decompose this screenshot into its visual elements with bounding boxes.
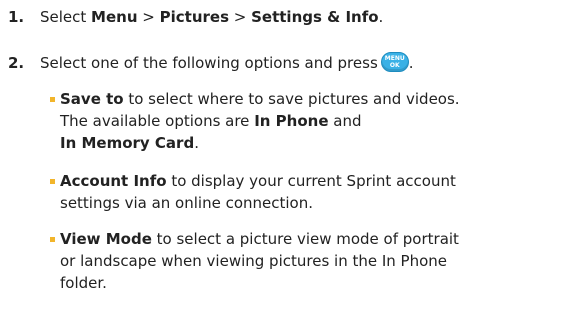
option-desc: to select a picture view mode of portrai… — [151, 230, 459, 248]
menu-ok-key-icon: MENU OK — [380, 52, 409, 72]
step-number: 1. — [8, 8, 25, 26]
option-desc: to select where to save pictures and vid… — [123, 90, 460, 108]
option-line: Account Info to display your current Spr… — [60, 170, 580, 192]
option-line: The available options are In Phone and — [60, 110, 580, 132]
step-text: Select one of the following options and … — [40, 54, 378, 72]
path-separator: > — [137, 8, 160, 26]
bullet-icon — [50, 97, 55, 102]
step-1: 1. Select Menu > Pictures > Settings & In… — [8, 6, 578, 28]
option-line: settings via an online connection. — [60, 192, 580, 214]
option-desc: and — [328, 112, 362, 130]
option-desc: settings via an online connection. — [60, 194, 313, 212]
option-line: folder. — [60, 272, 580, 294]
option-desc: folder. — [60, 274, 107, 292]
option-name: Account Info — [60, 172, 167, 190]
option-desc: The available options are — [60, 112, 255, 130]
option-desc: to display your current Sprint account — [166, 172, 456, 190]
option-account-info: Account Info to display your current Spr… — [50, 170, 580, 214]
step-text: Select — [40, 8, 92, 26]
step-end: . — [408, 54, 414, 72]
option-name: View Mode — [60, 230, 152, 248]
option-save-to: Save to to select where to save pictures… — [50, 88, 580, 154]
step-number: 2. — [8, 54, 25, 72]
step-2: 2. Select one of the following options an… — [8, 52, 578, 74]
bullet-icon — [50, 237, 55, 242]
option-view-mode: View Mode to select a picture view mode … — [50, 228, 580, 294]
key-top-label: MENU — [384, 55, 405, 62]
settings-info-label: Settings & Info — [251, 8, 379, 26]
option-line: Save to to select where to save pictures… — [60, 88, 580, 110]
option-line: or landscape when viewing pictures in th… — [60, 250, 580, 272]
option-desc: or landscape when viewing pictures in th… — [60, 252, 448, 270]
option-desc: . — [194, 134, 199, 152]
step-end: . — [378, 8, 384, 26]
pictures-label: Pictures — [159, 8, 229, 26]
option-name: Save to — [60, 90, 124, 108]
option-line: View Mode to select a picture view mode … — [60, 228, 580, 250]
path-separator: > — [229, 8, 252, 26]
option-value: In Memory Card — [60, 134, 195, 152]
option-line: In Memory Card. — [60, 132, 580, 154]
key-bottom-label: OK — [389, 62, 400, 69]
menu-label: Menu — [91, 8, 138, 26]
bullet-icon — [50, 179, 55, 184]
instruction-document: 1. Select Menu > Pictures > Settings & In… — [0, 0, 586, 315]
option-value: In Phone — [254, 112, 329, 130]
